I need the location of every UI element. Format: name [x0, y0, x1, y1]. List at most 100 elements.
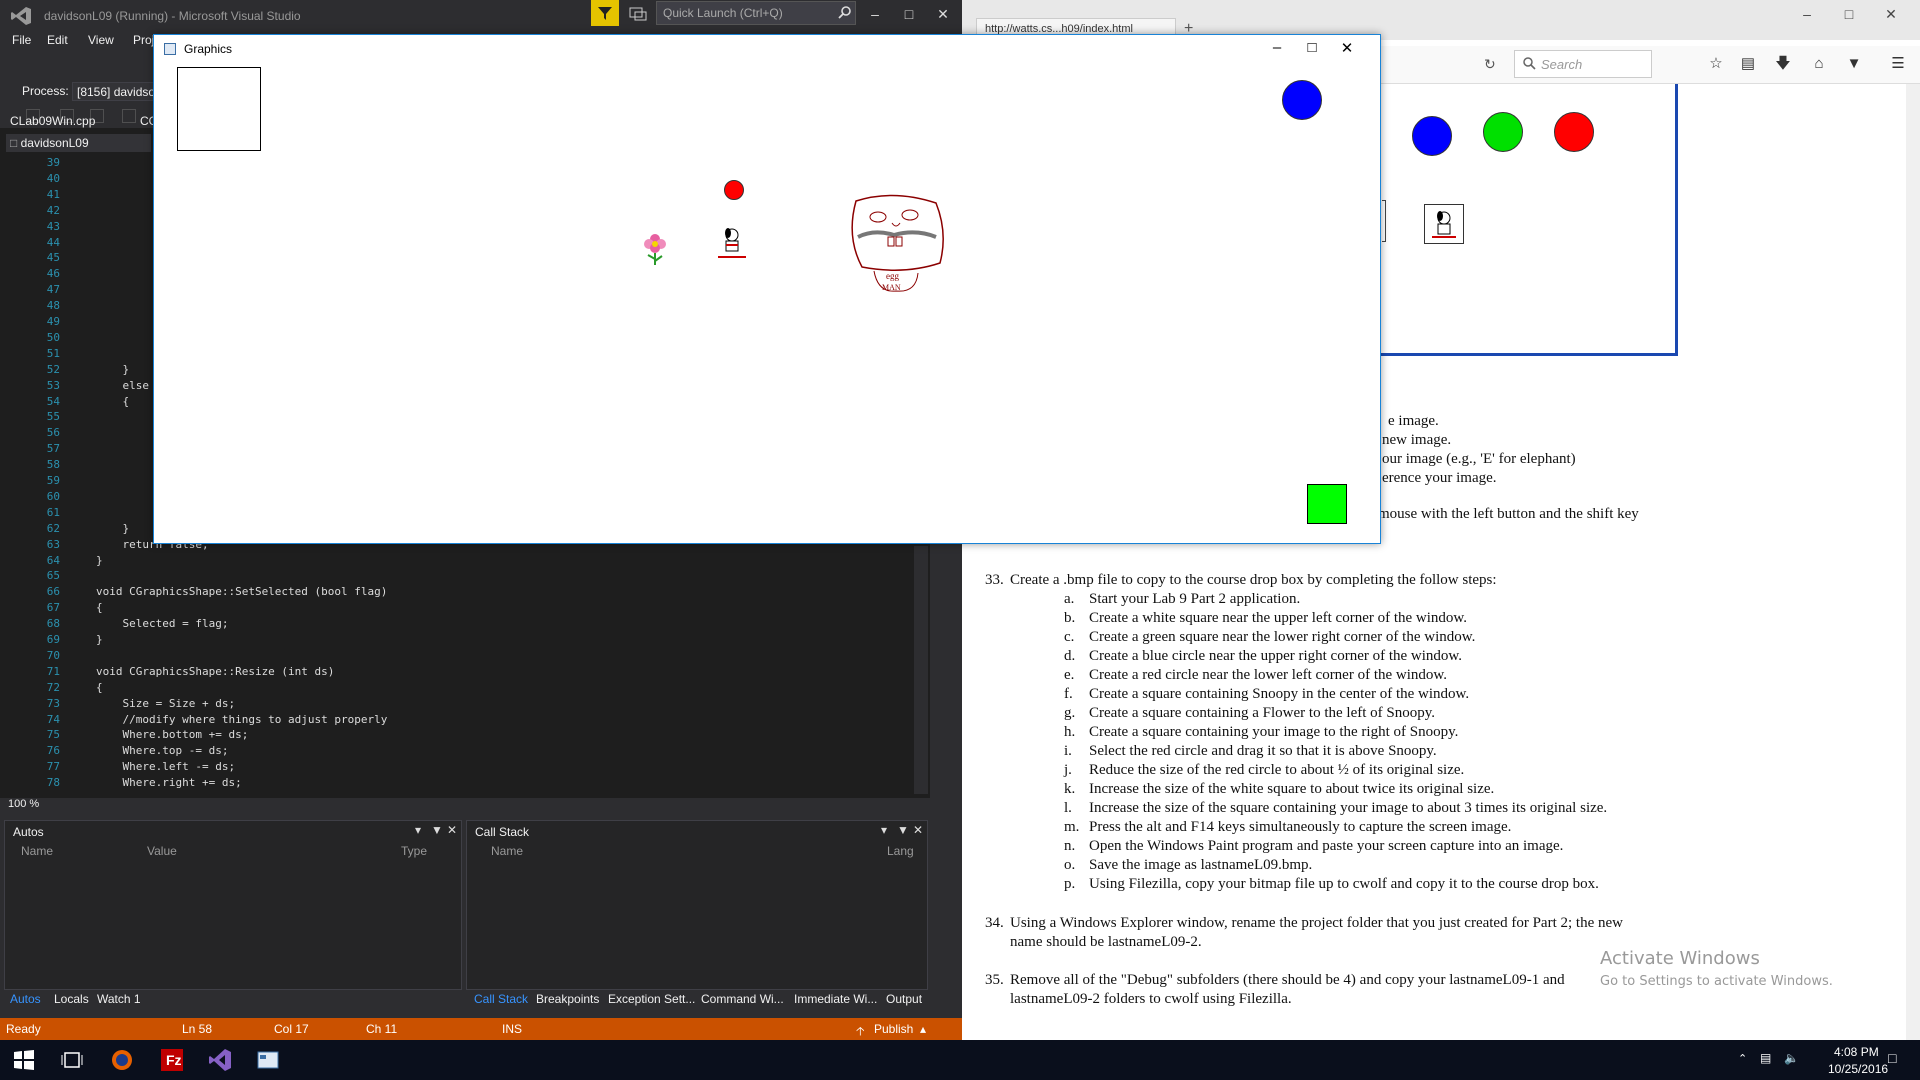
code-line[interactable]: //modify where things to adjust properly	[96, 712, 387, 728]
code-line[interactable]: Where.left -= ds;	[96, 759, 235, 775]
col-value[interactable]: Value	[147, 844, 177, 858]
code-line[interactable]: Size = Size + ds;	[96, 696, 235, 712]
tab-callstack[interactable]: Call Stack	[474, 992, 528, 1006]
zoom-level[interactable]: 100 %	[8, 798, 39, 810]
graphics-close-button[interactable]: ✕	[1332, 39, 1362, 57]
task-view-icon[interactable]	[60, 1048, 84, 1072]
firefox-icon[interactable]	[110, 1048, 134, 1072]
green-square-shape[interactable]	[1307, 484, 1347, 524]
tab-autos[interactable]: Autos	[10, 992, 41, 1006]
menu-edit[interactable]: Edit	[47, 33, 68, 47]
close-icon[interactable]: ✕	[913, 823, 923, 837]
line-number: 44	[46, 235, 60, 249]
publish-button[interactable]: Publish	[874, 1022, 913, 1036]
menu-project[interactable]: Proj	[133, 33, 154, 47]
feedback-icon[interactable]	[628, 5, 648, 23]
code-line[interactable]: Selected = flag;	[96, 616, 228, 632]
menu-view[interactable]: View	[88, 33, 114, 47]
tab-breakpoints[interactable]: Breakpoints	[536, 992, 599, 1006]
vs-maximize-button[interactable]: □	[892, 0, 926, 28]
pocket-icon[interactable]: ▼	[1846, 56, 1862, 72]
code-line[interactable]: {	[96, 680, 103, 696]
search-icon[interactable]	[838, 5, 852, 19]
pin-icon[interactable]: ▼	[431, 823, 443, 837]
network-icon[interactable]: ▤	[1760, 1051, 1771, 1065]
snoopy-image-shape[interactable]	[712, 223, 752, 263]
graphics-minimize-button[interactable]: –	[1262, 39, 1292, 56]
reading-list-icon[interactable]: ▤	[1740, 56, 1756, 72]
col-name[interactable]: Name	[21, 844, 53, 858]
white-square-shape[interactable]	[177, 67, 261, 151]
tab-command-window[interactable]: Command Wi...	[701, 992, 784, 1006]
code-line[interactable]: Where.top -= ds;	[96, 743, 228, 759]
dropdown-icon[interactable]: ▾	[415, 823, 421, 837]
tray-chevron-icon[interactable]: ⌃	[1738, 1052, 1747, 1065]
col-lang[interactable]: Lang	[887, 844, 914, 858]
line-number: 54	[46, 394, 60, 408]
clock-time[interactable]: 4:08 PM	[1834, 1045, 1879, 1059]
code-line[interactable]: {	[96, 394, 129, 410]
code-line[interactable]: Where.bottom += ds;	[96, 727, 248, 743]
graphics-maximize-button[interactable]: □	[1297, 39, 1327, 56]
reload-icon[interactable]: ↻	[1484, 56, 1496, 73]
vs-close-button[interactable]: ✕	[926, 0, 960, 28]
dropdown-icon[interactable]: ▾	[881, 823, 887, 837]
browser-scrollbar[interactable]	[1906, 84, 1920, 1040]
col-type[interactable]: Type	[401, 844, 427, 858]
line-number: 55	[46, 410, 60, 424]
editor-vertical-scrollbar[interactable]	[914, 546, 928, 794]
navigation-scope-dropdown[interactable]: □ davidsonL09	[6, 134, 151, 152]
visual-studio-taskbar-icon[interactable]	[208, 1048, 232, 1072]
clock-date[interactable]: 10/25/2016	[1828, 1062, 1888, 1076]
code-line[interactable]: }	[96, 553, 103, 569]
code-line[interactable]: }	[96, 521, 129, 537]
browser-maximize-button[interactable]: □	[1834, 6, 1864, 22]
quick-launch-input[interactable]: Quick Launch (Ctrl+Q)	[656, 1, 856, 25]
volume-icon[interactable]: 🔈	[1784, 1051, 1799, 1065]
code-line[interactable]: void CGraphicsShape::SetSelected (bool f…	[96, 584, 387, 600]
graphics-titlebar[interactable]: Graphics – □ ✕	[154, 35, 1380, 63]
line-number: 52	[46, 362, 60, 376]
notification-filter-icon[interactable]	[591, 0, 619, 26]
tab-exception-settings[interactable]: Exception Sett...	[608, 992, 695, 1006]
col-name[interactable]: Name	[491, 844, 523, 858]
blue-circle-shape[interactable]	[1282, 80, 1322, 120]
menu-icon[interactable]: ☰	[1890, 56, 1906, 72]
browser-close-button[interactable]: ✕	[1876, 6, 1906, 23]
process-dropdown[interactable]: [8156] davidso	[72, 82, 154, 101]
pin-icon[interactable]: ▼	[897, 823, 909, 837]
code-line[interactable]: Where.right += ds;	[96, 775, 241, 791]
bookmark-star-icon[interactable]: ☆	[1708, 56, 1724, 72]
code-line[interactable]: {	[96, 600, 103, 616]
tab-clab09win-cpp[interactable]: CLab09Win.cpp	[10, 114, 95, 128]
home-icon[interactable]: ⌂	[1811, 56, 1827, 72]
close-icon[interactable]: ✕	[447, 823, 457, 837]
download-icon[interactable]: 🡇	[1775, 56, 1791, 72]
step-letter: j.	[1064, 762, 1072, 778]
open-file-icon[interactable]	[122, 109, 136, 123]
vs-minimize-button[interactable]: –	[858, 0, 892, 28]
flower-image-shape[interactable]	[634, 225, 676, 267]
custom-face-image-shape[interactable]: egg MAN	[844, 193, 950, 297]
process-label: Process:	[22, 84, 69, 98]
graphics-app-taskbar-icon[interactable]	[256, 1048, 280, 1072]
tab-output[interactable]: Output	[886, 992, 922, 1006]
editor-horizontal-scrollbar[interactable]	[74, 798, 904, 810]
graphics-title: Graphics	[184, 42, 233, 56]
filezilla-icon[interactable]: Fz	[160, 1048, 184, 1072]
chevron-up-icon[interactable]: ▴	[920, 1022, 926, 1036]
tab-locals[interactable]: Locals	[54, 992, 89, 1006]
code-line[interactable]: void CGraphicsShape::Resize (int ds)	[96, 664, 334, 680]
browser-minimize-button[interactable]: –	[1792, 6, 1822, 22]
action-center-icon[interactable]: □	[1888, 1050, 1896, 1066]
tab-immediate-window[interactable]: Immediate Wi...	[794, 992, 877, 1006]
windows-start-icon[interactable]	[12, 1048, 36, 1072]
red-circle-shape[interactable]	[724, 180, 744, 200]
code-line[interactable]: else	[96, 378, 149, 394]
step-text: Using Filezilla, copy your bitmap file u…	[1089, 876, 1599, 892]
visual-studio-logo-icon	[11, 7, 31, 25]
menu-file[interactable]: File	[12, 33, 31, 47]
tab-watch1[interactable]: Watch 1	[97, 992, 141, 1006]
code-line[interactable]: }	[96, 362, 129, 378]
code-line[interactable]: }	[96, 632, 103, 648]
